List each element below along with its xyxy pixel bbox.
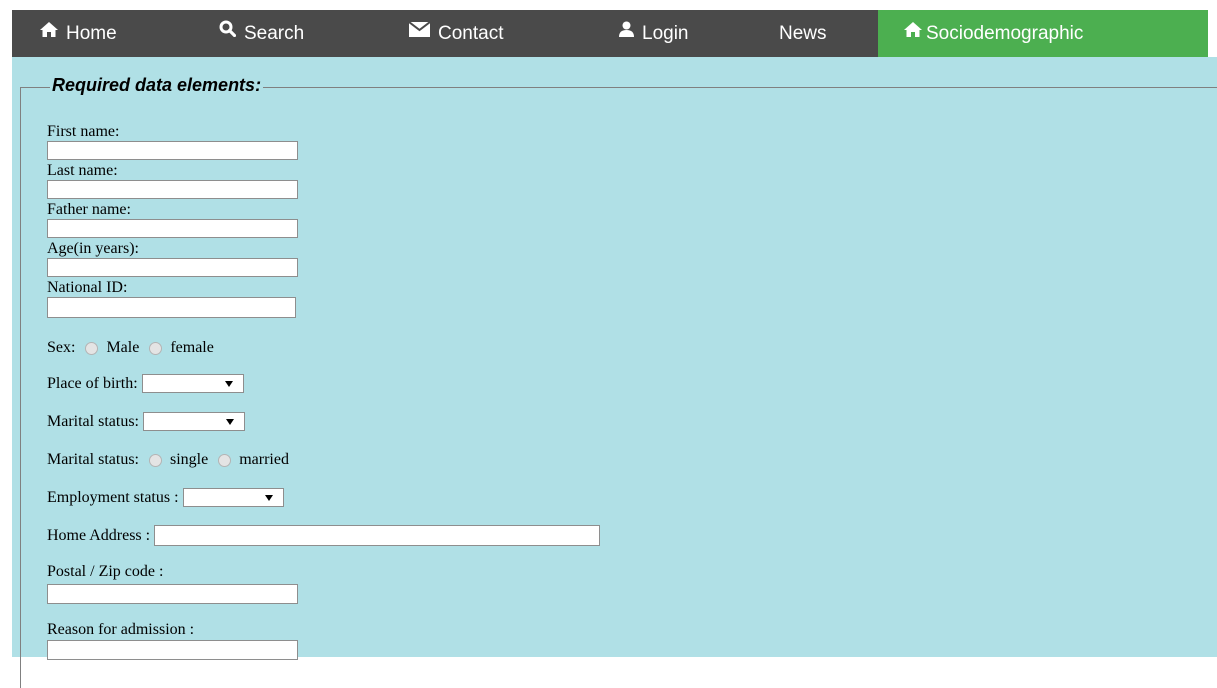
home-address-row: Home Address : xyxy=(47,525,601,546)
nav-home[interactable]: Home xyxy=(40,10,117,57)
marital-status-select-row: Marital status: xyxy=(47,412,245,431)
home-icon xyxy=(40,8,58,55)
marital-married-label[interactable]: married xyxy=(239,451,289,469)
nav-sociodemographic-label: Sociodemographic xyxy=(926,23,1084,44)
first-name-input[interactable] xyxy=(47,141,298,160)
nav-sociodemographic[interactable]: Sociodemographic xyxy=(878,10,1208,57)
father-name-input[interactable] xyxy=(47,219,298,238)
nav-contact-label: Contact xyxy=(438,23,504,44)
marital-status-select[interactable] xyxy=(142,412,245,431)
last-name-label: Last name: xyxy=(47,162,118,179)
marital-married-radio[interactable] xyxy=(218,453,232,467)
employment-row: Employment status : xyxy=(47,488,284,507)
envelope-icon xyxy=(408,8,431,55)
place-of-birth-select[interactable] xyxy=(141,374,244,393)
sex-male-label[interactable]: Male xyxy=(106,339,139,357)
marital-single-radio[interactable] xyxy=(148,453,162,467)
navbar: Home Search Contact Login News Sociodemo… xyxy=(12,10,1208,57)
nav-search-label: Search xyxy=(244,23,305,44)
page: Home Search Contact Login News Sociodemo… xyxy=(0,0,1217,688)
sex-row: Sex: Male female xyxy=(47,339,214,357)
search-icon xyxy=(219,8,237,55)
fieldset-legend: Required data elements: xyxy=(50,75,264,96)
marital-status-select-label: Marital status: xyxy=(47,412,139,430)
chevron-down-icon xyxy=(225,419,234,425)
sex-female-radio[interactable] xyxy=(149,341,163,355)
last-name-input[interactable] xyxy=(47,180,298,199)
reason-label: Reason for admission : xyxy=(47,621,195,638)
chevron-down-icon xyxy=(264,495,273,501)
user-icon xyxy=(619,8,634,55)
place-of-birth-row: Place of birth: xyxy=(47,374,244,393)
sex-female-label[interactable]: female xyxy=(170,339,214,357)
postal-label: Postal / Zip code : xyxy=(47,563,164,580)
place-of-birth-label: Place of birth: xyxy=(47,374,138,392)
nav-home-label: Home xyxy=(66,23,117,44)
first-name-label: First name: xyxy=(47,123,120,140)
home-icon xyxy=(904,8,922,55)
reason-input[interactable] xyxy=(47,640,298,660)
postal-input[interactable] xyxy=(47,584,298,604)
home-address-input[interactable] xyxy=(154,525,601,546)
home-address-label: Home Address : xyxy=(47,526,151,544)
nav-news-label: News xyxy=(779,23,827,44)
father-name-label: Father name: xyxy=(47,201,131,218)
sex-label: Sex: xyxy=(47,339,76,356)
employment-label: Employment status : xyxy=(47,488,179,506)
marital-status-radio-label: Marital status: xyxy=(47,451,139,468)
nav-search[interactable]: Search xyxy=(219,10,304,57)
nav-contact[interactable]: Contact xyxy=(408,8,504,57)
chevron-down-icon xyxy=(224,381,233,387)
age-input[interactable] xyxy=(47,258,298,277)
nav-news[interactable]: News xyxy=(779,10,827,57)
employment-select[interactable] xyxy=(182,488,284,507)
sex-male-radio[interactable] xyxy=(85,341,99,355)
national-id-input[interactable] xyxy=(47,297,296,318)
age-label: Age(in years): xyxy=(47,240,139,257)
marital-single-label[interactable]: single xyxy=(170,451,208,469)
marital-status-radio-row: Marital status: single married xyxy=(47,451,289,469)
nav-login[interactable]: Login xyxy=(619,10,689,57)
national-id-label: National ID: xyxy=(47,279,128,296)
nav-login-label: Login xyxy=(642,23,689,44)
